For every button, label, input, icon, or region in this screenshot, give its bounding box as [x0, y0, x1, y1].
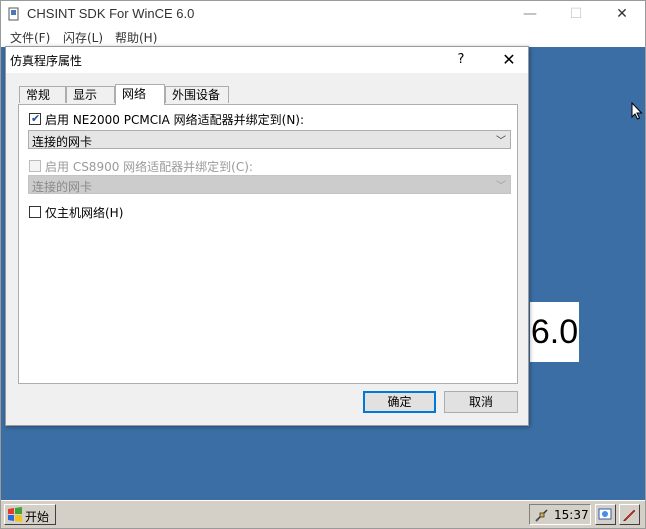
taskbar: 开始 15:37: [1, 500, 645, 528]
pen-icon: [623, 509, 636, 522]
cancel-button[interactable]: 取消: [444, 391, 518, 413]
emulator-titlebar[interactable]: CHSINT SDK For WinCE 6.0 — ☐ ✕: [1, 1, 645, 27]
tab-general[interactable]: 常规: [19, 86, 66, 103]
emulator-title: CHSINT SDK For WinCE 6.0: [27, 6, 195, 21]
host-only-checkbox[interactable]: [29, 206, 41, 218]
system-tray: 15:37: [529, 504, 591, 525]
cs8900-adapter-select[interactable]: 连接的网卡 ﹀: [28, 175, 511, 194]
cs8900-label: 启用 CS8900 网络适配器并绑定到(C):: [45, 160, 253, 174]
dialog-title: 仿真程序属性: [10, 54, 83, 68]
input-panel-button[interactable]: [619, 504, 640, 525]
connection-plug-icon[interactable]: [534, 507, 550, 523]
minimize-button[interactable]: —: [507, 1, 553, 27]
ok-button[interactable]: 确定: [363, 391, 436, 413]
chevron-down-icon: ﹀: [496, 181, 506, 192]
tab-peripherals[interactable]: 外围设备: [165, 86, 229, 103]
desktop-toggle-button[interactable]: [595, 504, 616, 525]
checkmark-icon: ✔: [31, 112, 41, 125]
ne2000-label: 启用 NE2000 PCMCIA 网络适配器并绑定到(N):: [45, 113, 305, 127]
ne2000-checkbox[interactable]: ✔: [29, 112, 41, 125]
cs8900-adapter-value: 连接的网卡: [32, 180, 93, 194]
properties-dialog: 仿真程序属性 ? ✕ 常规 显示 网络 外围设备 ✔ 启用 NE2000 PCM…: [5, 46, 529, 426]
desktop-tile: 6.0: [530, 302, 579, 362]
close-button[interactable]: ✕: [599, 1, 645, 27]
chevron-down-icon: ﹀: [496, 136, 506, 147]
ne2000-adapter-select[interactable]: 连接的网卡 ﹀: [28, 130, 511, 149]
windows-logo-icon: [8, 507, 22, 522]
dialog-close-button[interactable]: ✕: [491, 47, 527, 73]
ne2000-adapter-value: 连接的网卡: [32, 135, 93, 149]
host-only-label: 仅主机网络(H): [45, 206, 124, 220]
app-icon: [8, 7, 19, 21]
start-button[interactable]: 开始: [4, 504, 56, 525]
maximize-button[interactable]: ☐: [553, 1, 599, 27]
tab-network[interactable]: 网络: [115, 84, 165, 105]
help-button[interactable]: ?: [446, 47, 476, 73]
clock: 15:37: [554, 508, 589, 522]
network-panel: ✔ 启用 NE2000 PCMCIA 网络适配器并绑定到(N): 连接的网卡 ﹀…: [18, 104, 518, 384]
menubar: 文件(F) 闪存(L) 帮助(H): [1, 27, 645, 47]
menu-help[interactable]: 帮助(H): [115, 29, 157, 46]
menu-flash[interactable]: 闪存(L): [63, 29, 103, 46]
tab-display[interactable]: 显示: [66, 86, 115, 103]
dialog-titlebar[interactable]: 仿真程序属性 ? ✕: [6, 47, 528, 73]
start-label: 开始: [25, 510, 50, 524]
desktop-switch-icon: [598, 508, 612, 520]
menu-file[interactable]: 文件(F): [10, 29, 50, 46]
mouse-cursor-icon: [631, 102, 643, 120]
cs8900-checkbox[interactable]: [29, 160, 41, 172]
